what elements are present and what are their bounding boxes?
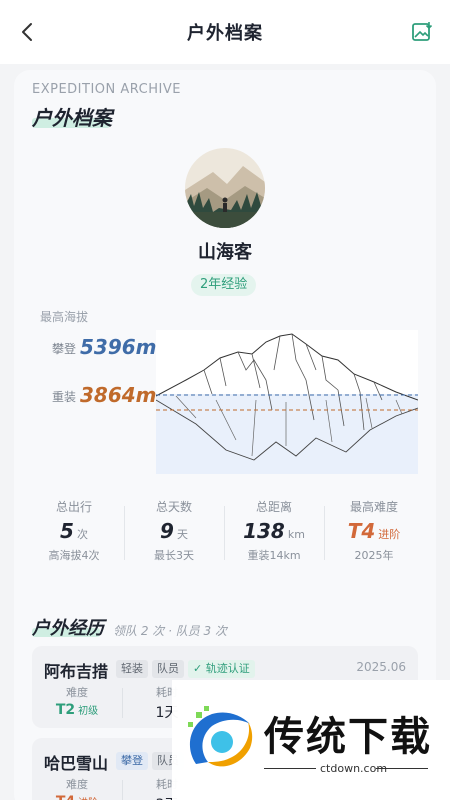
metric-difficulty: 难度 T4进阶: [56, 778, 98, 800]
image-download-icon[interactable]: [410, 20, 434, 44]
climb-tag: 攀登: [52, 342, 77, 356]
heavy-tag: 重装: [52, 390, 77, 404]
chevron-left-icon[interactable]: [16, 20, 40, 44]
heavy-altitude-value: 3864m: [80, 383, 157, 407]
stat-label: 总距离: [255, 500, 292, 514]
route-tags: 轻装 队员 ✓ 轨迹认证: [116, 660, 255, 678]
stat-sub: 2025年: [354, 549, 394, 562]
stat-total-days: 总天数 9天 最长3天: [124, 498, 224, 568]
hiker-avatar-image: [185, 148, 265, 228]
tag-light: 轻装: [116, 660, 148, 678]
stats-row: 总出行 5次 高海拔4次 总天数 9天 最长3天 总距离 138 km 重装14k…: [24, 498, 424, 568]
tag-verified: ✓ 轨迹认证: [188, 660, 255, 678]
stat-value: 9天: [160, 519, 188, 543]
route-name: 哈巴雪山: [44, 754, 109, 773]
route-name: 阿布吉措: [44, 662, 109, 681]
archive-eyebrow: EXPEDITION ARCHIVE: [32, 82, 181, 97]
altitude-label: 最高海拔: [40, 310, 89, 324]
stat-label: 总天数: [155, 500, 192, 514]
top-nav-bar: 户外档案: [0, 0, 450, 64]
mountain-illustration: [156, 330, 418, 474]
stat-total-distance: 总距离 138 km 重装14km: [224, 498, 324, 568]
divider: [376, 768, 428, 769]
tag-role: 队员: [152, 660, 184, 678]
stat-sub: 重装14km: [247, 549, 301, 562]
stat-sub: 最长3天: [154, 549, 194, 562]
page-title: 户外档案: [187, 23, 263, 44]
history-title: 户外经历: [32, 618, 104, 639]
history-subtitle: 领队 2 次 · 队员 3 次: [113, 624, 227, 638]
watermark-brand: 传统下载: [264, 714, 432, 760]
stat-value: 138 km: [243, 519, 305, 543]
watermark-overlay: 传统下载 ctdown.com: [172, 680, 450, 800]
stat-value: 5次: [60, 519, 88, 543]
check-circle-icon: ✓: [193, 662, 206, 675]
stat-total-trips: 总出行 5次 高海拔4次: [24, 498, 124, 568]
stat-sub: 高海拔4次: [48, 549, 100, 562]
stat-label: 总出行: [55, 500, 92, 514]
tag-climb: 攀登: [116, 752, 148, 770]
stat-max-difficulty: 最高难度 T4 进阶 2025年: [324, 498, 424, 568]
stat-label: 最高难度: [349, 500, 398, 514]
avatar[interactable]: [185, 148, 265, 228]
stat-value: T4 进阶: [347, 519, 401, 543]
archive-title: 户外档案: [32, 106, 112, 130]
climb-altitude-value: 5396m: [80, 335, 157, 359]
divider: [264, 768, 316, 769]
route-date: 2025.06: [356, 660, 406, 674]
experience-badge: 2年经验: [191, 274, 257, 296]
profile-name: 山海客: [198, 242, 252, 263]
metric-difficulty: 难度 T2 初级: [55, 686, 99, 718]
brand-logo-icon: [188, 706, 253, 767]
